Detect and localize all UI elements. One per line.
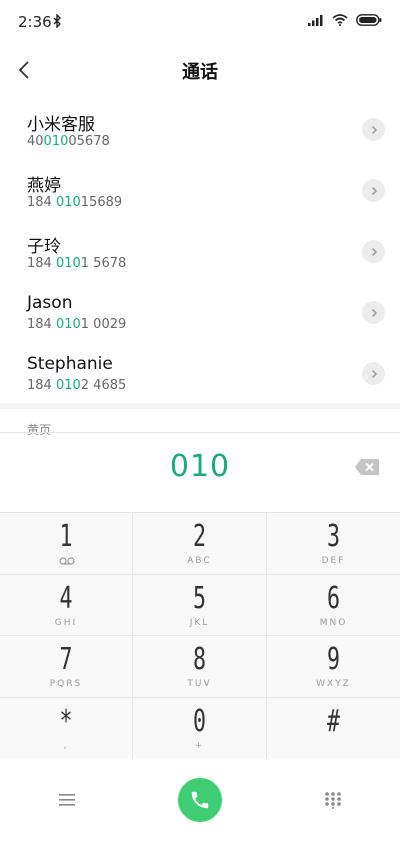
chevron-right-icon[interactable] xyxy=(362,240,385,263)
key-digit: 2 xyxy=(192,519,207,554)
key-star[interactable]: * , xyxy=(0,697,133,759)
contact-number: 184 0101 5678 xyxy=(27,256,127,271)
status-bar: 2:36 xyxy=(0,0,400,44)
dialed-number: 010 xyxy=(169,449,231,484)
bluetooth-icon xyxy=(53,14,61,28)
contact-number: 184 01015689 xyxy=(27,195,123,210)
contact-name: Stephanie xyxy=(27,354,113,374)
header: 通话 xyxy=(0,50,400,90)
key-letters: + xyxy=(194,740,205,751)
contact-results-list: 小米客服 4001005678 燕婷 184 01015689 子玲 184 0… xyxy=(0,98,400,403)
key-0[interactable]: 0 + xyxy=(133,697,267,759)
contact-name: 小米客服 xyxy=(27,115,95,135)
chevron-right-icon[interactable] xyxy=(362,118,385,141)
key-2[interactable]: 2 ABC xyxy=(133,513,267,575)
list-item[interactable]: Jason 184 0101 0029 xyxy=(0,281,400,342)
battery-icon xyxy=(356,14,382,26)
contact-number: 184 0101 0029 xyxy=(27,317,127,332)
key-digit: 1 xyxy=(59,519,73,554)
list-item[interactable]: 子玲 184 0101 5678 xyxy=(0,220,400,281)
key-letters: MNO xyxy=(319,617,348,628)
call-button[interactable] xyxy=(178,778,222,822)
contact-number: 184 0102 4685 xyxy=(27,378,127,393)
voicemail-icon xyxy=(59,557,75,565)
key-letters: PQRS xyxy=(49,679,83,689)
status-time: 2:36 xyxy=(18,13,52,31)
key-5[interactable]: 5 JKL xyxy=(133,574,267,636)
key-4[interactable]: 4 GHI xyxy=(0,574,133,636)
signal-icon xyxy=(308,15,323,26)
list-item[interactable]: Stephanie 184 0102 4685 xyxy=(0,342,400,403)
chevron-right-icon[interactable] xyxy=(362,301,385,324)
key-letters: JKL xyxy=(189,617,210,628)
key-letters: DEF xyxy=(321,556,346,566)
dialer-screen: 2:36 通话 小米客服 4001005678 燕婷 184 01015689 … xyxy=(0,0,400,844)
page-title: 通话 xyxy=(182,62,218,83)
contact-name: 燕婷 xyxy=(27,176,61,196)
backspace-icon[interactable] xyxy=(354,458,380,476)
key-hash[interactable]: # xyxy=(267,697,400,759)
dialpad-icon[interactable] xyxy=(324,791,342,809)
bottom-action-bar xyxy=(0,758,400,844)
list-item[interactable]: 燕婷 184 01015689 xyxy=(0,159,400,220)
phone-icon xyxy=(191,791,209,809)
key-8[interactable]: 8 TUV xyxy=(133,636,267,698)
key-digit: 9 xyxy=(326,642,341,677)
key-digit: * xyxy=(59,703,73,739)
key-digit: 8 xyxy=(192,642,207,677)
key-3[interactable]: 3 DEF xyxy=(267,513,400,575)
key-digit: 4 xyxy=(59,580,73,616)
chevron-right-icon[interactable] xyxy=(362,179,385,202)
wifi-icon xyxy=(332,14,348,26)
contact-name: Jason xyxy=(27,293,73,313)
key-letters: GHI xyxy=(54,617,78,628)
key-digit: 0 xyxy=(192,703,207,739)
key-letters: WXYZ xyxy=(316,679,351,689)
key-digit: 6 xyxy=(326,580,341,616)
contact-number: 4001005678 xyxy=(27,134,110,149)
chevron-right-icon[interactable] xyxy=(362,362,385,385)
key-digit: 7 xyxy=(59,642,73,677)
contact-name: 子玲 xyxy=(27,237,61,257)
key-7[interactable]: 7 PQRS xyxy=(0,636,133,698)
key-6[interactable]: 6 MNO xyxy=(267,574,400,636)
key-digit: # xyxy=(326,703,341,739)
status-icons xyxy=(308,14,382,26)
key-digit: 3 xyxy=(326,519,341,554)
key-letters: TUV xyxy=(187,679,212,689)
menu-icon[interactable] xyxy=(58,792,78,808)
dial-keypad: 1 2 ABC 3 DEF 4 GHI 5 JKL 6 MNO 7 PQRS 8… xyxy=(0,512,400,759)
key-letters: ABC xyxy=(187,556,212,566)
dialed-number-display: 010 xyxy=(0,432,400,513)
key-letters: , xyxy=(63,740,69,751)
key-digit: 5 xyxy=(192,580,207,616)
key-1[interactable]: 1 xyxy=(0,513,133,575)
list-item[interactable]: 小米客服 4001005678 xyxy=(0,98,400,159)
key-9[interactable]: 9 WXYZ xyxy=(267,636,400,698)
